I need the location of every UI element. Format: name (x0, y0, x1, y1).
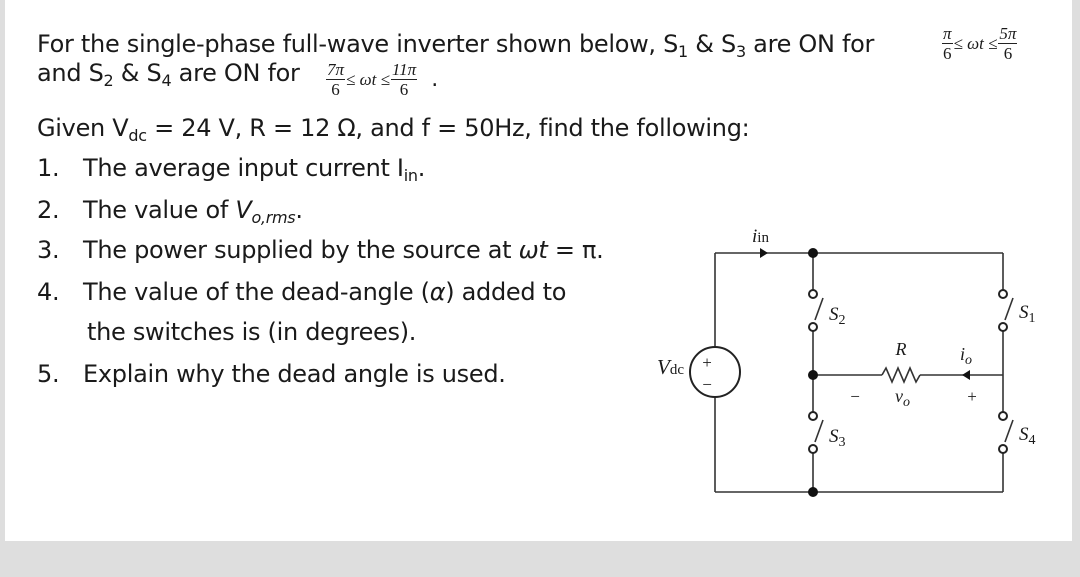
io-label: io (960, 344, 972, 368)
sub: 3 (839, 435, 846, 450)
sub: o (965, 353, 972, 368)
output-current-arrow-icon (962, 370, 970, 380)
resistor-label: R (895, 339, 907, 359)
sub: o (903, 395, 910, 410)
input-current-arrow-icon (760, 248, 768, 258)
vo-plus: + (967, 387, 977, 406)
switch-contact (808, 322, 818, 332)
source-minus: − (702, 375, 712, 394)
s2-label: S2 (829, 304, 846, 328)
s4-label: S4 (1019, 424, 1036, 448)
switch-contact (808, 289, 818, 299)
iin-label: iin (752, 226, 769, 247)
switch-contact (998, 289, 1008, 299)
node-dot (808, 487, 818, 497)
source-plus: + (702, 353, 712, 372)
sub: in (757, 230, 769, 246)
text: S (829, 304, 839, 325)
switch-contact (998, 444, 1008, 454)
text: S (1019, 302, 1029, 323)
vo-minus: − (850, 387, 860, 406)
resistor (881, 365, 921, 385)
node-dot (808, 370, 818, 380)
s3-label: S3 (829, 426, 846, 450)
sub: 1 (1029, 311, 1036, 326)
switch-contact (808, 444, 818, 454)
switch-contact (808, 411, 818, 421)
text: v (895, 386, 903, 406)
sub: 2 (839, 313, 846, 328)
dc-source-icon (689, 346, 741, 398)
switch-s1-blade (1004, 297, 1014, 321)
switch-contact (998, 411, 1008, 421)
switch-s2-blade (814, 297, 824, 321)
switch-s4-blade (1004, 419, 1014, 443)
node-dot (808, 248, 818, 258)
vo-label: vo (895, 386, 910, 410)
sub: 4 (1029, 433, 1036, 448)
sub: dc (670, 362, 685, 378)
text: S (1019, 424, 1029, 445)
vdc-label: Vdc (657, 355, 684, 379)
switch-contact (998, 322, 1008, 332)
inverter-circuit: + − Vdc iin S2 S3 S1 S4 R io vo − + (657, 226, 1036, 497)
s1-label: S1 (1019, 302, 1036, 326)
text: S (829, 426, 839, 447)
switch-s3-blade (814, 419, 824, 443)
